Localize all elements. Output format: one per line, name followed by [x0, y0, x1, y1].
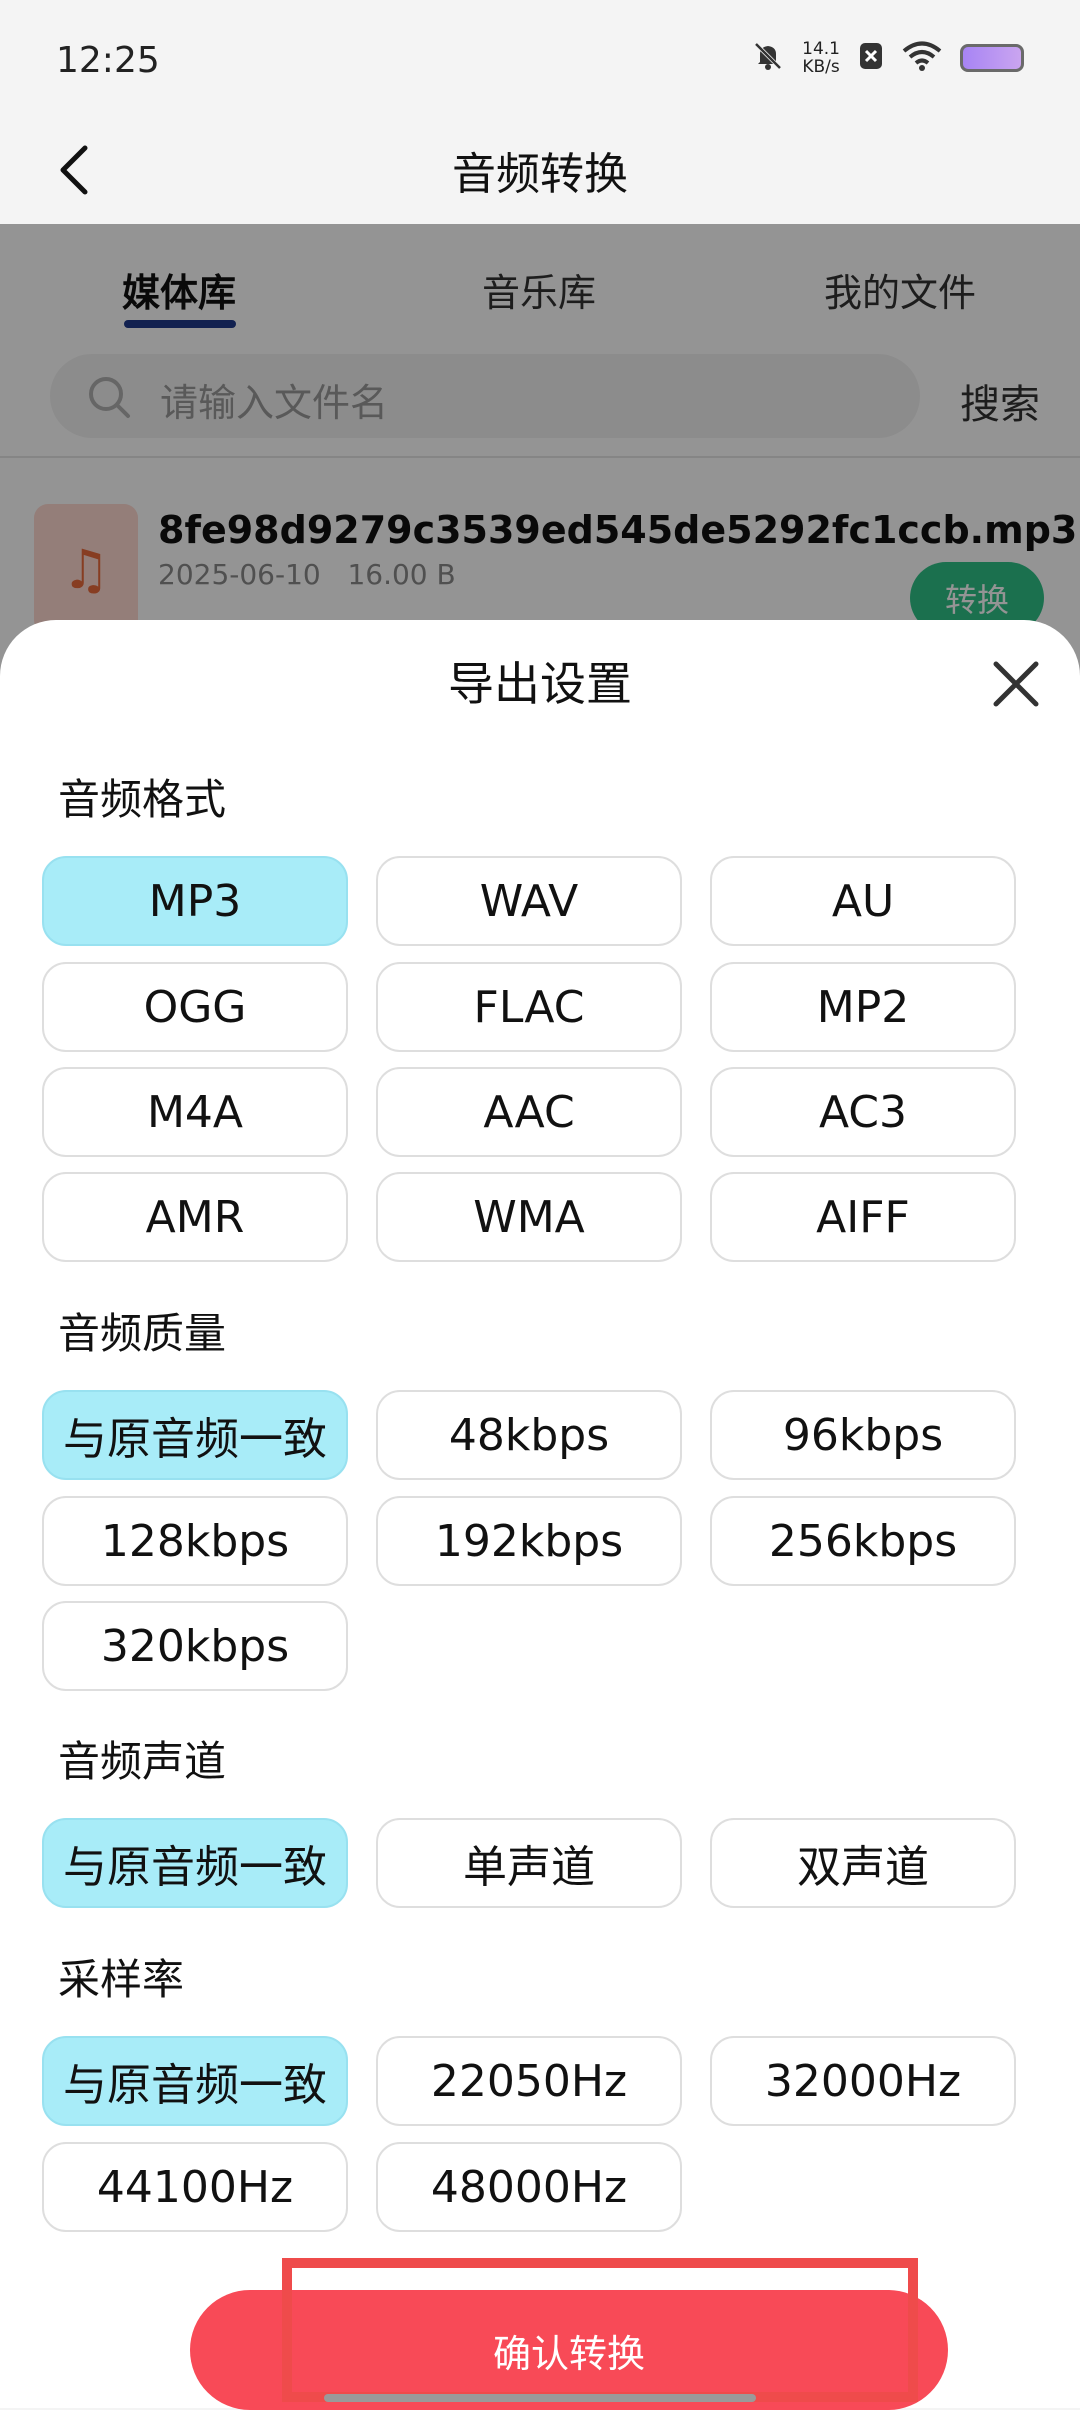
- battery-icon: [960, 44, 1024, 72]
- format-option-aiff[interactable]: AIFF: [710, 1172, 1016, 1262]
- page-title: 音频转换: [452, 149, 628, 200]
- status-time: 12:25: [56, 40, 160, 81]
- status-bar: 12:25 14.1 KB/s: [0, 0, 1080, 120]
- channel-option-original[interactable]: 与原音频一致: [42, 1818, 348, 1908]
- format-option-flac[interactable]: FLAC: [376, 962, 682, 1052]
- app-bar: 音频转换: [0, 120, 1080, 224]
- sample-rate-option-48000hz[interactable]: 48000Hz: [376, 2142, 682, 2232]
- highlight-box: [282, 2258, 918, 2402]
- format-option-amr[interactable]: AMR: [42, 1172, 348, 1262]
- format-option-mp2[interactable]: MP2: [710, 962, 1016, 1052]
- net-speed-value: 14.1: [802, 39, 840, 59]
- format-option-wma[interactable]: WMA: [376, 1172, 682, 1262]
- format-option-ac3[interactable]: AC3: [710, 1067, 1016, 1157]
- format-option-m4a[interactable]: M4A: [42, 1067, 348, 1157]
- format-option-mp3[interactable]: MP3: [42, 856, 348, 946]
- quality-option-96kbps[interactable]: 96kbps: [710, 1390, 1016, 1480]
- net-speed: 14.1 KB/s: [802, 40, 840, 76]
- quality-option-256kbps[interactable]: 256kbps: [710, 1496, 1016, 1586]
- data-saver-icon: [858, 41, 884, 75]
- quality-option-48kbps[interactable]: 48kbps: [376, 1390, 682, 1480]
- quality-option-original[interactable]: 与原音频一致: [42, 1390, 348, 1480]
- sample-rate-option-32000hz[interactable]: 32000Hz: [710, 2036, 1016, 2126]
- mute-icon: [752, 40, 784, 76]
- format-option-au[interactable]: AU: [710, 856, 1016, 946]
- quality-option-192kbps[interactable]: 192kbps: [376, 1496, 682, 1586]
- wifi-icon: [902, 40, 942, 76]
- quality-option-320kbps[interactable]: 320kbps: [42, 1601, 348, 1691]
- close-icon: [993, 661, 1039, 707]
- status-icons: 14.1 KB/s: [752, 40, 1024, 76]
- sample-rate-option-44100hz[interactable]: 44100Hz: [42, 2142, 348, 2232]
- channel-option-stereo[interactable]: 双声道: [710, 1818, 1016, 1908]
- format-section-title: 音频格式: [58, 775, 227, 824]
- export-settings-sheet: 导出设置 音频格式 MP3 WAV AU OGG FLAC MP2 M4A AA…: [0, 620, 1080, 2408]
- format-option-wav[interactable]: WAV: [376, 856, 682, 946]
- quality-section-title: 音频质量: [58, 1309, 227, 1358]
- sample-rate-option-22050hz[interactable]: 22050Hz: [376, 2036, 682, 2126]
- channel-section-title: 音频声道: [58, 1737, 227, 1786]
- sheet-title: 导出设置: [448, 657, 632, 711]
- home-indicator[interactable]: [324, 2394, 756, 2402]
- channel-option-mono[interactable]: 单声道: [376, 1818, 682, 1908]
- sample-rate-option-original[interactable]: 与原音频一致: [42, 2036, 348, 2126]
- net-speed-unit: KB/s: [802, 57, 840, 77]
- sample-rate-section-title: 采样率: [58, 1955, 185, 2004]
- quality-option-128kbps[interactable]: 128kbps: [42, 1496, 348, 1586]
- format-option-aac[interactable]: AAC: [376, 1067, 682, 1157]
- format-option-ogg[interactable]: OGG: [42, 962, 348, 1052]
- close-button[interactable]: [986, 654, 1046, 714]
